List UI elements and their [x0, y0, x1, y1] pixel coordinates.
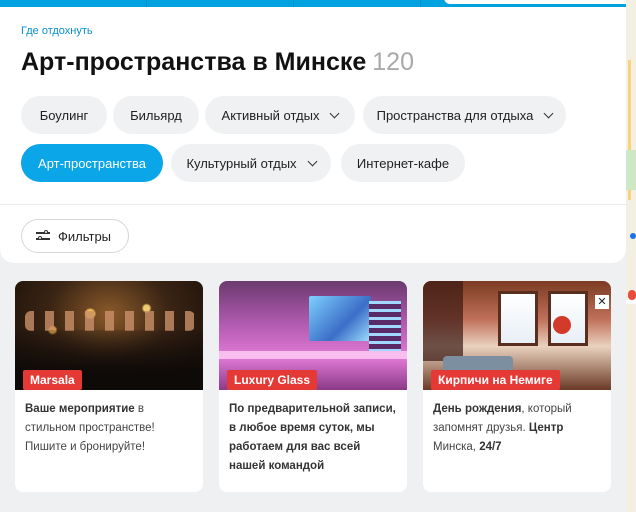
- photo-detail: [219, 351, 407, 359]
- map-pin-icon[interactable]: [628, 290, 636, 300]
- chip-leisure-spaces[interactable]: Пространства для отдыха: [363, 96, 566, 134]
- photo-detail: [553, 316, 571, 334]
- desc-highlight: День рождения: [433, 403, 522, 415]
- venue-card-marsala[interactable]: Marsala Ваше мероприятие в стильном прос…: [15, 281, 203, 492]
- chip-active-leisure[interactable]: Активный отдых: [205, 96, 355, 134]
- chip-label: Боулинг: [39, 107, 89, 123]
- photo-detail: [25, 311, 195, 331]
- map-road: [626, 300, 636, 304]
- header-panel: Где отдохнуть Арт-пространства в Минске 1…: [0, 7, 626, 263]
- venue-description: Ваше мероприятие в стильном пространстве…: [15, 390, 203, 457]
- chevron-down-icon: [307, 156, 317, 166]
- chip-label: Культурный отдых: [186, 155, 297, 171]
- top-bar-divider: [146, 0, 147, 7]
- venue-description: День рождения, который запомнят друзья. …: [423, 390, 611, 457]
- map-park: [626, 150, 636, 190]
- photo-detail: [423, 281, 463, 361]
- desc-highlight: Ваше мероприятие: [25, 403, 135, 415]
- filter-sliders-icon: [36, 230, 50, 242]
- chip-label: Активный отдых: [221, 107, 320, 123]
- top-search-pill[interactable]: [444, 0, 636, 4]
- chip-internet-cafe[interactable]: Интернет-кафе: [341, 144, 465, 182]
- top-bar: [0, 0, 636, 7]
- chip-bowling[interactable]: Боулинг: [21, 96, 107, 134]
- results-count: 120: [372, 48, 414, 76]
- desc-highlight: 24/7: [479, 441, 502, 453]
- divider: [0, 204, 626, 205]
- map-panel[interactable]: [626, 0, 636, 512]
- photo-detail: [309, 296, 371, 341]
- venue-name-tag[interactable]: Marsala: [23, 370, 82, 390]
- top-bar-divider: [293, 0, 294, 7]
- chip-billiards[interactable]: Бильярд: [113, 96, 199, 134]
- chevron-down-icon: [543, 108, 554, 118]
- chip-label: Арт-пространства: [38, 155, 146, 171]
- venue-photo[interactable]: Marsala: [15, 281, 203, 390]
- venue-photo[interactable]: ✕ Кирпичи на Немиге: [423, 281, 611, 390]
- venue-card-kirpichi[interactable]: ✕ Кирпичи на Немиге День рождения, котор…: [423, 281, 611, 492]
- venue-description: По предварительной записи, в любое время…: [219, 390, 407, 476]
- chevron-down-icon: [330, 108, 340, 118]
- photo-detail: [498, 291, 538, 346]
- venue-photo[interactable]: Luxury Glass: [219, 281, 407, 390]
- top-bar-divider: [420, 0, 421, 7]
- page-title-text: Арт-пространства в Минске: [21, 48, 367, 76]
- venue-name-tag[interactable]: Luxury Glass: [227, 370, 318, 390]
- chip-cultural-leisure[interactable]: Культурный отдых: [171, 144, 331, 182]
- filters-button[interactable]: Фильтры: [21, 219, 129, 253]
- page-title: Арт-пространства в Минске 120: [21, 48, 414, 77]
- chip-label: Интернет-кафе: [356, 155, 450, 171]
- chip-label: Бильярд: [130, 107, 182, 123]
- chip-art-spaces[interactable]: Арт-пространства: [21, 144, 163, 182]
- chip-label: Пространства для отдыха: [376, 107, 534, 123]
- photo-detail: [369, 301, 401, 351]
- filters-label: Фильтры: [58, 228, 112, 244]
- breadcrumb-link[interactable]: Где отдохнуть: [21, 25, 93, 37]
- close-icon[interactable]: ✕: [595, 295, 609, 309]
- map-location-dot[interactable]: [630, 233, 636, 239]
- desc-text: Минска,: [433, 441, 480, 453]
- desc-highlight: Центр: [528, 422, 564, 434]
- desc-highlight: По предварительной записи, в любое время…: [229, 403, 396, 472]
- venue-card-luxury-glass[interactable]: Luxury Glass По предварительной записи, …: [219, 281, 407, 492]
- venue-name-tag[interactable]: Кирпичи на Немиге: [431, 370, 560, 390]
